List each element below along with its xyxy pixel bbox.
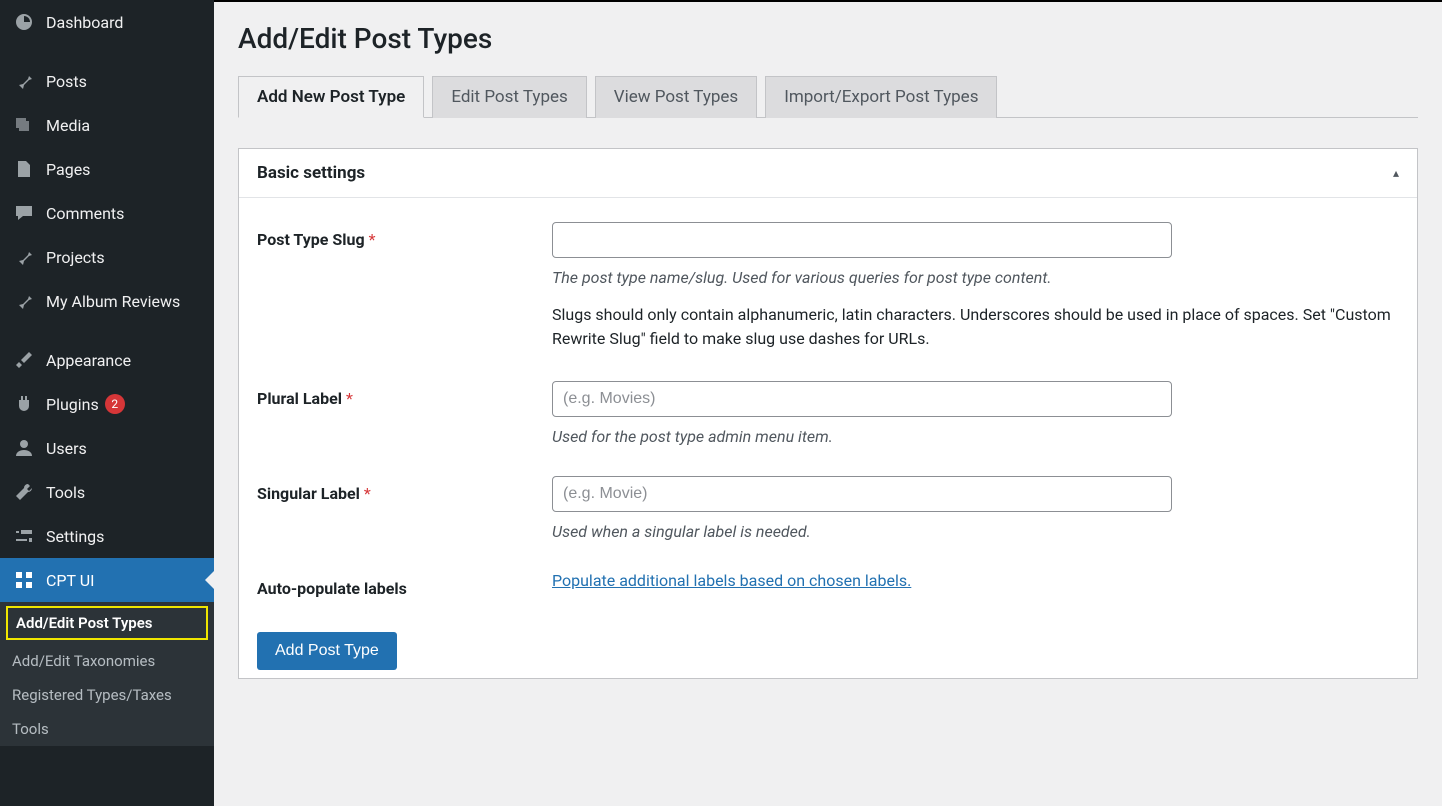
collapse-up-icon: ▴ [1393, 166, 1399, 180]
sidebar-item-posts[interactable]: Posts [0, 59, 214, 103]
grid-icon [12, 568, 36, 592]
tab-import-export[interactable]: Import/Export Post Types [765, 76, 997, 118]
plugins-update-badge: 2 [105, 394, 125, 414]
page-icon [12, 157, 36, 181]
tab-view[interactable]: View Post Types [595, 76, 757, 118]
sidebar-item-label: Plugins [46, 395, 99, 414]
pin-icon [12, 245, 36, 269]
sidebar-item-label: Comments [46, 204, 124, 223]
slug-description: Slugs should only contain alphanumeric, … [552, 303, 1399, 351]
media-icon [12, 113, 36, 137]
sidebar-item-label: CPT UI [46, 571, 94, 590]
sidebar-item-label: Appearance [46, 351, 131, 370]
pin-icon [12, 289, 36, 313]
sidebar-item-tools[interactable]: Tools [0, 470, 214, 514]
row-post-type-slug: Post Type Slug * The post type name/slug… [257, 222, 1399, 351]
row-singular-label: Singular Label * Used when a singular la… [257, 476, 1399, 541]
user-icon [12, 436, 36, 460]
comment-icon [12, 201, 36, 225]
sidebar-item-cpt-ui[interactable]: CPT UI [0, 558, 214, 602]
panel-title: Basic settings [257, 163, 365, 183]
submenu-add-edit-taxonomies[interactable]: Add/Edit Taxonomies [0, 644, 214, 678]
submenu-registered-types[interactable]: Registered Types/Taxes [0, 678, 214, 712]
brush-icon [12, 348, 36, 372]
tab-add-new[interactable]: Add New Post Type [238, 76, 424, 118]
slug-label: Post Type Slug * [257, 230, 375, 249]
plug-icon [12, 392, 36, 416]
wrench-icon [12, 480, 36, 504]
singular-label: Singular Label * [257, 484, 371, 503]
sidebar-submenu: Add/Edit Post Types Add/Edit Taxonomies … [0, 602, 214, 746]
sidebar-item-label: Projects [46, 248, 105, 267]
sidebar-item-comments[interactable]: Comments [0, 191, 214, 235]
submenu-add-edit-post-types[interactable]: Add/Edit Post Types [6, 606, 208, 640]
sidebar-item-projects[interactable]: Projects [0, 235, 214, 279]
singular-input[interactable] [552, 476, 1172, 512]
sidebar-item-label: Dashboard [46, 13, 123, 32]
slug-help: The post type name/slug. Used for variou… [552, 268, 1399, 287]
sidebar-item-appearance[interactable]: Appearance [0, 338, 214, 382]
row-plural-label: Plural Label * Used for the post type ad… [257, 381, 1399, 446]
sidebar-item-label: Settings [46, 527, 104, 546]
main-content: Add/Edit Post Types Add New Post Type Ed… [214, 0, 1442, 806]
sidebar-item-label: Tools [46, 483, 85, 502]
autopop-link[interactable]: Populate additional labels based on chos… [552, 571, 911, 590]
sidebar-item-label: Media [46, 116, 90, 135]
sidebar-item-pages[interactable]: Pages [0, 147, 214, 191]
sidebar-item-label: Pages [46, 160, 90, 179]
sidebar-item-media[interactable]: Media [0, 103, 214, 147]
sidebar-item-plugins[interactable]: Plugins 2 [0, 382, 214, 426]
admin-sidebar: Dashboard Posts Media Pages Comments Pro… [0, 0, 214, 806]
plural-input[interactable] [552, 381, 1172, 417]
sidebar-item-dashboard[interactable]: Dashboard [0, 0, 214, 44]
sidebar-item-label: My Album Reviews [46, 292, 180, 311]
sidebar-item-label: Users [46, 439, 87, 458]
tab-edit[interactable]: Edit Post Types [432, 76, 586, 118]
sidebar-item-users[interactable]: Users [0, 426, 214, 470]
sidebar-item-label: Posts [46, 72, 87, 91]
panel-header[interactable]: Basic settings ▴ [239, 149, 1417, 198]
slug-input[interactable] [552, 222, 1172, 258]
sliders-icon [12, 524, 36, 548]
page-title: Add/Edit Post Types [238, 22, 1418, 55]
plural-label: Plural Label * [257, 389, 353, 408]
row-auto-populate: Auto-populate labels Populate additional… [257, 571, 1399, 598]
tab-bar: Add New Post Type Edit Post Types View P… [238, 75, 1418, 118]
singular-help: Used when a singular label is needed. [552, 522, 1399, 541]
panel-body: Post Type Slug * The post type name/slug… [239, 198, 1417, 678]
autopop-label: Auto-populate labels [257, 579, 407, 598]
submenu-tools[interactable]: Tools [0, 712, 214, 746]
pin-icon [12, 69, 36, 93]
add-post-type-button[interactable]: Add Post Type [257, 632, 397, 670]
dashboard-icon [12, 10, 36, 34]
basic-settings-panel: Basic settings ▴ Post Type Slug * The po… [238, 148, 1418, 679]
plural-help: Used for the post type admin menu item. [552, 427, 1399, 446]
sidebar-item-album-reviews[interactable]: My Album Reviews [0, 279, 214, 323]
sidebar-item-settings[interactable]: Settings [0, 514, 214, 558]
